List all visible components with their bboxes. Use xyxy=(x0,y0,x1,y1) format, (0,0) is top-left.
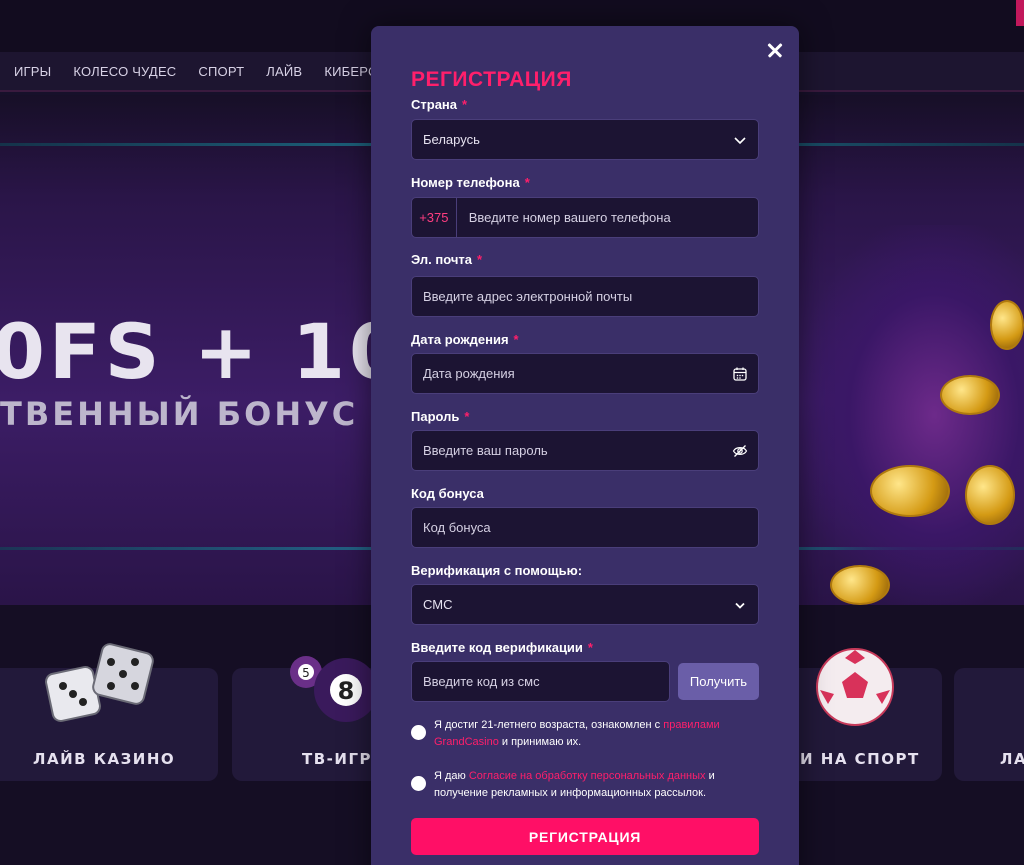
nav-item-live[interactable]: ЛАЙВ xyxy=(266,64,302,79)
nav-item-games[interactable]: ИГРЫ xyxy=(14,64,51,79)
soccer-ball-icon xyxy=(816,648,894,726)
phone-label-text: Номер телефона xyxy=(411,175,520,190)
register-submit-button[interactable]: РЕГИСТРАЦИЯ xyxy=(411,818,759,855)
coin-icon xyxy=(940,375,1000,415)
password-input[interactable] xyxy=(423,443,747,458)
birthdate-input[interactable] xyxy=(423,366,747,381)
birthdate-label: Дата рождения * xyxy=(411,332,519,347)
verification-code-input[interactable] xyxy=(423,674,658,689)
verification-method-label: Верификация с помощью: xyxy=(411,563,583,578)
get-code-button[interactable]: Получить xyxy=(678,663,759,700)
category-label-more: ЛА xyxy=(1000,750,1024,768)
verification-code-field xyxy=(411,661,670,702)
required-mark: * xyxy=(464,409,470,424)
bonus-input[interactable] xyxy=(423,520,747,535)
data-agreement-text: Я даю Согласие на обработку персональных… xyxy=(434,768,759,802)
phone-prefix[interactable]: +375 xyxy=(412,198,457,237)
email-input[interactable] xyxy=(423,289,747,304)
phone-input[interactable] xyxy=(456,210,747,225)
eye-off-icon[interactable] xyxy=(732,443,748,459)
email-label: Эл. почта * xyxy=(411,252,482,267)
calendar-icon[interactable] xyxy=(732,366,748,382)
svg-text:5: 5 xyxy=(302,666,310,680)
chevron-down-icon xyxy=(735,602,745,609)
chevron-down-icon xyxy=(734,137,746,145)
country-value: Беларусь xyxy=(423,132,480,147)
coin-icon xyxy=(965,465,1015,525)
category-label-live-casino: ЛАЙВ КАЗИНО xyxy=(33,750,176,768)
required-mark: * xyxy=(462,97,468,112)
verification-code-label: Введите код верификации * xyxy=(411,640,593,655)
close-icon[interactable] xyxy=(763,38,787,62)
bonus-field xyxy=(411,507,759,548)
age-agreement-text-start: Я достиг 21-летнего возраста, ознакомлен… xyxy=(434,719,664,731)
nav-item-wheel[interactable]: КОЛЕСО ЧУДЕС xyxy=(73,64,176,79)
required-mark: * xyxy=(524,175,530,190)
age-agreement-checkbox[interactable] xyxy=(411,725,426,740)
consent-link[interactable]: Согласие на обработку персональных данны… xyxy=(469,770,706,782)
coin-icon xyxy=(990,300,1024,350)
coin-icon xyxy=(870,465,950,517)
verification-code-label-text: Введите код верификации xyxy=(411,640,583,655)
required-mark: * xyxy=(513,332,519,347)
age-agreement-text-end: и принимаю их. xyxy=(498,736,582,748)
banner-artwork xyxy=(800,225,1024,605)
required-mark: * xyxy=(587,640,593,655)
banner-subheadline: ТВЕННЫЙ БОНУС Д xyxy=(0,395,404,433)
country-select[interactable]: Беларусь xyxy=(411,119,759,160)
country-label: Страна * xyxy=(411,97,467,112)
banner-headline: 0FS + 10 xyxy=(0,307,406,396)
data-agreement-text-start: Я даю xyxy=(434,770,469,782)
phone-label: Номер телефона * xyxy=(411,175,530,190)
nav-item-sport[interactable]: СПОРТ xyxy=(198,64,244,79)
verification-method-select[interactable]: СМС xyxy=(411,584,759,625)
registration-modal: РЕГИСТРАЦИЯ Страна * Беларусь Номер телеф… xyxy=(371,26,799,865)
header-action-button[interactable] xyxy=(1016,0,1024,26)
data-agreement-checkbox[interactable] xyxy=(411,776,426,791)
svg-text:8: 8 xyxy=(338,677,355,705)
age-agreement: Я достиг 21-летнего возраста, ознакомлен… xyxy=(411,717,759,751)
lottery-ball-icon: 5 8 xyxy=(290,656,378,722)
coin-icon xyxy=(830,565,890,605)
modal-title: РЕГИСТРАЦИЯ xyxy=(411,68,572,91)
required-mark: * xyxy=(477,252,483,267)
birthdate-label-text: Дата рождения xyxy=(411,332,509,347)
birthdate-field xyxy=(411,353,759,394)
data-agreement: Я даю Согласие на обработку персональных… xyxy=(411,768,759,802)
phone-field: +375 xyxy=(411,197,759,238)
dice-icon xyxy=(45,643,154,722)
country-label-text: Страна xyxy=(411,97,458,112)
email-field xyxy=(411,276,759,317)
bonus-label: Код бонуса xyxy=(411,486,484,501)
age-agreement-text: Я достиг 21-летнего возраста, ознакомлен… xyxy=(434,717,759,751)
category-label-sport: И НА СПОРТ xyxy=(800,750,920,768)
verification-method-value: СМС xyxy=(423,597,453,612)
password-label: Пароль * xyxy=(411,409,469,424)
email-label-text: Эл. почта xyxy=(411,252,473,267)
password-label-text: Пароль xyxy=(411,409,460,424)
password-field xyxy=(411,430,759,471)
